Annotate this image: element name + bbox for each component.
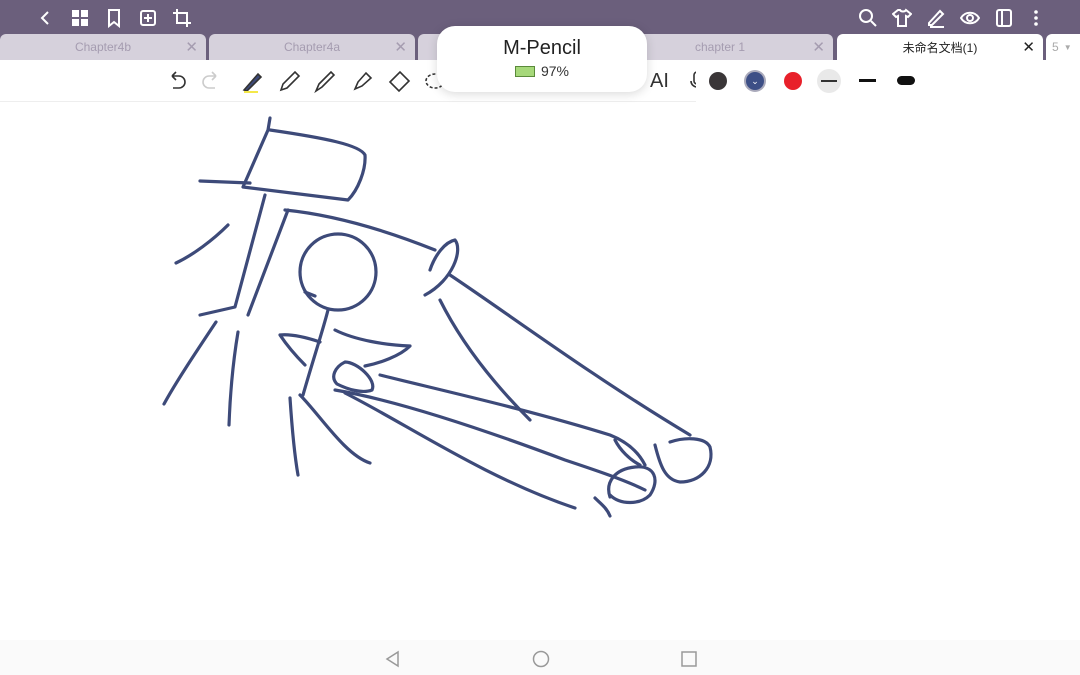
- pencil-status-popup: M-Pencil 97%: [437, 26, 647, 92]
- stroke-thick[interactable]: [897, 76, 915, 85]
- search-icon[interactable]: [856, 6, 880, 30]
- fountain-pen-icon[interactable]: [240, 68, 266, 94]
- eye-icon[interactable]: [958, 6, 982, 30]
- ink-strokes: [162, 116, 713, 518]
- back-icon[interactable]: [33, 6, 57, 30]
- nav-back-icon[interactable]: [384, 650, 402, 668]
- pencil-icon[interactable]: [277, 68, 303, 94]
- notebook-icon[interactable]: [992, 6, 1016, 30]
- tab-label: Chapter4b: [74, 40, 132, 54]
- close-icon[interactable]: ✕: [185, 38, 198, 56]
- tab-count-dropdown[interactable]: 5 ▼: [1046, 34, 1080, 60]
- tab-chapter1[interactable]: chapter 1 ✕: [627, 34, 833, 60]
- pen-settings-icon[interactable]: [924, 6, 948, 30]
- stroke-medium[interactable]: [859, 79, 876, 82]
- device-name: M-Pencil: [503, 37, 581, 59]
- color-swatch-red[interactable]: [784, 72, 802, 90]
- bookmark-icon[interactable]: [102, 6, 126, 30]
- tab-label: chapter 1: [694, 40, 746, 54]
- color-swatch-blue-selected[interactable]: ⌄: [746, 72, 764, 90]
- close-icon[interactable]: ✕: [394, 38, 407, 56]
- eraser-icon[interactable]: [387, 68, 413, 94]
- ai-button[interactable]: AI: [650, 68, 676, 94]
- tab-label: Chapter4a: [283, 40, 341, 54]
- tab-untitled[interactable]: 未命名文档(1) ✕: [837, 34, 1043, 60]
- tab-chapter4b[interactable]: Chapter4b ✕: [0, 34, 206, 60]
- add-page-icon[interactable]: [136, 6, 160, 30]
- system-nav-bar: [0, 640, 1080, 675]
- grid-icon[interactable]: [68, 6, 92, 30]
- redo-icon[interactable]: [198, 68, 224, 94]
- pen-options-panel: ⌄: [696, 60, 1080, 102]
- highlighter-icon[interactable]: [350, 68, 376, 94]
- tab-count: 5: [1052, 40, 1059, 54]
- battery-level: 97%: [540, 63, 570, 79]
- crop-icon[interactable]: [170, 6, 194, 30]
- ballpoint-pen-icon[interactable]: [313, 68, 339, 94]
- color-swatch-dark[interactable]: [709, 72, 727, 90]
- close-icon[interactable]: ✕: [812, 38, 825, 56]
- close-icon[interactable]: ✕: [1022, 38, 1035, 56]
- more-icon[interactable]: [1024, 6, 1048, 30]
- tab-label: 未命名文档(1): [902, 40, 978, 55]
- theme-shirt-icon[interactable]: [890, 6, 914, 30]
- nav-home-icon[interactable]: [532, 650, 550, 668]
- nav-recents-icon[interactable]: [680, 650, 698, 668]
- battery-icon: [514, 65, 535, 77]
- drawing-canvas[interactable]: [0, 102, 1080, 640]
- stroke-thin[interactable]: [817, 69, 841, 93]
- undo-icon[interactable]: [164, 68, 190, 94]
- tab-chapter4a[interactable]: Chapter4a ✕: [209, 34, 415, 60]
